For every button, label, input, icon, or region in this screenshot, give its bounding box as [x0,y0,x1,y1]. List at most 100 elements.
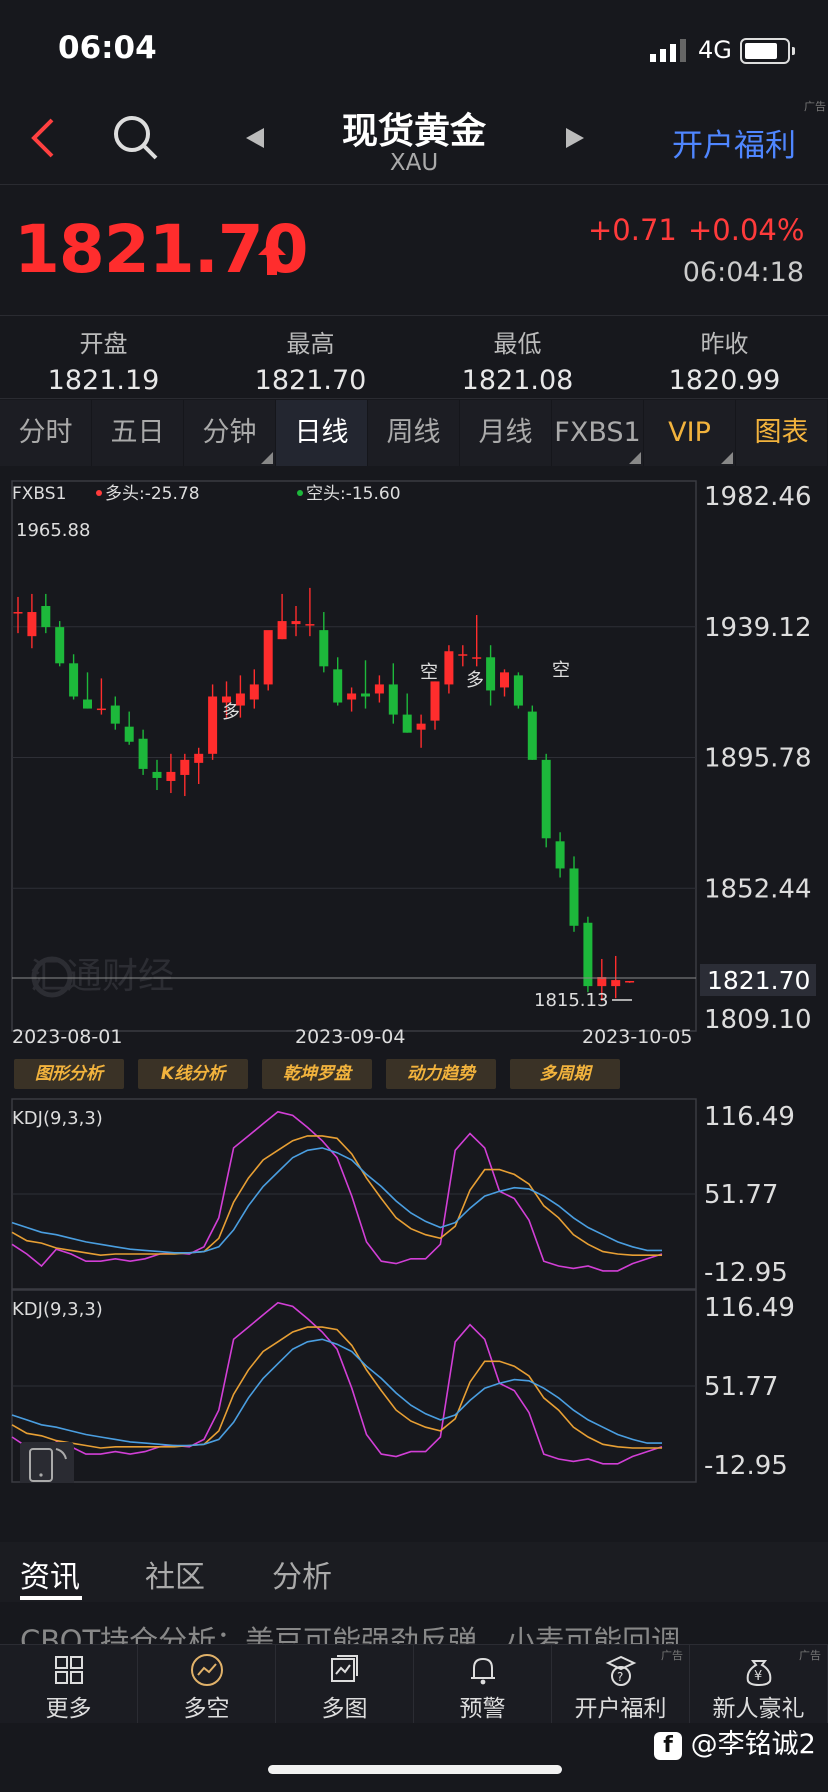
bottom-account-promo-button[interactable]: 广告 ? 开户福利 [552,1645,690,1723]
candle-body [500,672,509,688]
ad-tag: 广告 [661,1649,683,1662]
candle [555,832,565,878]
price-change: +0.71 [588,213,677,247]
bottom-item-label: 预警 [459,1696,506,1722]
y-tick-label: 1852.44 [704,874,812,904]
tool-kline-analysis[interactable]: K线分析 [138,1059,248,1089]
price-change-percent: +0.04% [688,213,805,247]
tool-compass[interactable]: 乾坤罗盘 [262,1059,372,1089]
tab-five-day[interactable]: 五日 [92,400,184,466]
tab-fxbs1[interactable]: FXBS1 [552,400,644,466]
candle-body [319,630,329,667]
tab-intraday[interactable]: 分时 [0,400,92,466]
stat-value: 1821.19 [47,365,160,396]
tool-pattern-analysis[interactable]: 图形分析 [14,1059,124,1089]
candle [347,687,357,712]
candle-body [277,621,287,640]
tab-news[interactable]: 资讯 [20,1552,80,1596]
candle [110,696,120,730]
tab-analysis[interactable]: 分析 [272,1552,332,1596]
signal-icon [650,39,686,62]
candle [611,955,621,999]
candle-body [347,693,357,700]
price-header: 1821.70 +0.71 +0.04% 06:04:18 [0,185,828,316]
candle [333,657,343,706]
candle [208,684,218,760]
stat-prev-close: 昨收 1820.99 [621,324,828,396]
bottom-longshort-button[interactable]: 多空 [138,1645,276,1723]
bottom-alert-button[interactable]: 预警 [414,1645,552,1723]
kdj-chart-1[interactable]: 116.49 51.77 -12.95 KDJ(9,3,3) [0,1098,828,1290]
legend-short-marker [297,490,303,496]
tab-vip[interactable]: VIP [644,400,736,466]
legend-long: 多头:-25.78 [105,484,200,504]
social-logo-icon: f [654,1731,682,1760]
tab-chart-settings[interactable]: 图表 [736,400,828,466]
indicator-name: FXBS1 [12,484,66,504]
dropdown-corner-icon [629,452,641,464]
candle [166,753,176,794]
candle-body [486,657,496,691]
home-indicator[interactable] [268,1765,562,1774]
candle [500,669,509,697]
candle-body [83,699,92,709]
bell-icon [470,1657,495,1685]
candle [305,587,315,637]
candle-body [583,922,593,987]
candle [83,672,92,709]
signal-label: 多 [222,702,240,723]
tab-monthly[interactable]: 月线 [460,400,552,466]
candle-body [152,771,162,778]
candle [194,747,204,784]
candle [486,645,496,706]
candle [124,711,134,745]
tool-momentum[interactable]: 动力趋势 [386,1059,496,1089]
open-account-promo-link[interactable]: 开户福利 [672,120,796,165]
candle [291,605,301,637]
candlestick-chart[interactable]: 1982.46 1939.12 1895.78 1852.44 1809.10 汇通财经… [0,466,828,1050]
candle [96,678,106,715]
high-annotation: 1965.88 [16,520,90,541]
kdj-chart-2[interactable]: 116.49 51.77 -12.95 KDJ(9,3,3) [0,1289,828,1483]
y-axis-ticks: 116.49 51.77 -12.95 [704,1293,795,1481]
next-symbol-icon[interactable] [566,128,584,148]
tool-multi-period[interactable]: 多周期 [510,1059,620,1089]
candle-body [625,980,635,983]
candle-body [263,630,273,685]
chart-frame [11,480,697,1032]
tab-label: FXBS1 [554,417,641,448]
stat-value: 1821.08 [461,365,574,396]
bottom-newuser-gift-button[interactable]: 广告 ¥ 新人豪礼 [690,1645,828,1723]
tab-daily[interactable]: 日线 [276,400,368,466]
candle [319,612,329,673]
tab-weekly[interactable]: 周线 [368,400,460,466]
candle [541,753,551,848]
stat-label: 最高 [286,330,335,358]
candle-body [569,868,579,926]
candle [180,753,190,797]
kdj-series-line [11,1147,662,1254]
stat-open: 开盘 1821.19 [0,324,207,396]
candle [458,645,468,667]
candle-body [333,669,343,703]
candle [444,645,454,694]
y-tick-label: 1895.78 [704,744,812,774]
kdj-lines [11,1110,663,1272]
y-tick-label: -12.95 [704,1258,788,1288]
tab-minute[interactable]: 分钟 [184,400,276,466]
candle-body [13,612,23,614]
candle [249,669,259,709]
candle [583,916,593,993]
bottom-multichart-button[interactable]: 多图 [276,1645,414,1723]
bottom-item-label: 开户福利 [574,1696,667,1722]
dropdown-corner-icon [261,452,273,464]
stat-value: 1821.70 [254,365,367,396]
y-tick-label: 1982.46 [704,482,812,512]
candle [41,593,51,634]
landscape-toggle-icon[interactable] [20,1442,74,1483]
candle [138,729,148,775]
tab-community[interactable]: 社区 [145,1552,205,1596]
signal-label: 空 [420,662,438,683]
bottom-more-button[interactable]: 更多 [0,1645,138,1723]
bottom-toolbar: 更多 多空 多图 预警 广告 ? 开户福利 广告 ¥ 新人豪礼 [0,1644,828,1723]
